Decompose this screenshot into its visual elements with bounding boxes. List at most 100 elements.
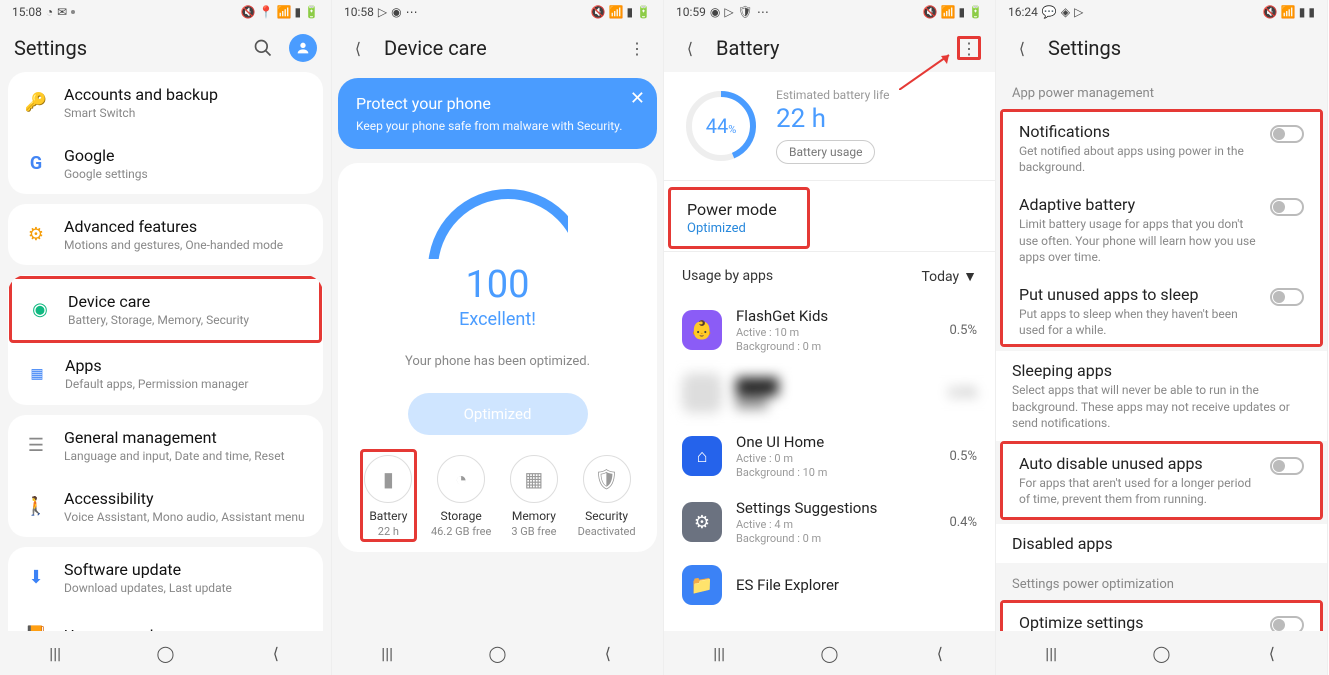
- tile-storage[interactable]: ◔ Storage 46.2 GB free: [425, 455, 498, 538]
- nav-bar: ||| ◯ ⟨: [664, 631, 995, 675]
- app-row[interactable]: 📁 ES File Explorer: [664, 555, 995, 605]
- toggle-switch[interactable]: [1270, 198, 1304, 216]
- header: ⟨ Battery ⋮: [664, 24, 995, 72]
- nav-bar: ||| ◯ ⟨: [0, 631, 331, 675]
- status-bar: 15:08 ◔ ✉ 🔇 📍 📶 ▮ 🔋: [0, 0, 331, 24]
- settings-item-apps[interactable]: ▦ AppsDefault apps, Permission manager: [9, 343, 322, 404]
- tile-memory[interactable]: ▦ Memory 3 GB free: [498, 455, 571, 538]
- toggle-auto-disable[interactable]: Auto disable unused appsFor apps that ar…: [1003, 444, 1320, 517]
- battery-usage-button[interactable]: Battery usage: [776, 140, 875, 164]
- app-row-redacted[interactable]: ████████ 0.5%: [664, 363, 995, 423]
- page-title: Settings: [14, 36, 237, 60]
- clock: 15:08: [12, 5, 42, 19]
- page-title: Settings: [1048, 36, 1313, 60]
- back-button[interactable]: ⟨: [928, 641, 952, 665]
- settings-item-advanced[interactable]: ⚙ Advanced featuresMotions and gestures,…: [8, 204, 323, 265]
- back-icon[interactable]: ⟨: [346, 36, 370, 60]
- mute-icon: 🔇: [591, 5, 606, 19]
- signal-icon: ▮: [626, 5, 633, 19]
- page-title: Device care: [384, 36, 611, 60]
- toggle-optimize-settings[interactable]: Optimize settingsSave battery by optimiz…: [1003, 603, 1320, 631]
- score-value: 100: [348, 263, 647, 307]
- clock: 16:24: [1008, 5, 1038, 19]
- settings-item-general[interactable]: ☰ General managementLanguage and input, …: [8, 415, 323, 476]
- section-header: App power management: [996, 72, 1327, 109]
- settings-item-device-care[interactable]: ◉ Device careBattery, Storage, Memory, S…: [9, 276, 322, 343]
- app-icon: 📁: [682, 565, 722, 605]
- home-button[interactable]: ◯: [1149, 641, 1173, 665]
- protect-banner[interactable]: Protect your phone Keep your phone safe …: [338, 78, 657, 149]
- tile-battery[interactable]: ▮ Battery 22 h: [352, 455, 425, 538]
- screen-device-care: 10:58▷◉⋯ 🔇📶▮🔋 ⟨ Device care ⋮ Protect yo…: [332, 0, 664, 675]
- toggle-switch[interactable]: [1270, 125, 1304, 143]
- status-icon: ◔: [46, 5, 53, 19]
- memory-icon: ▦: [510, 455, 558, 503]
- header: ⟨ Settings: [996, 24, 1327, 72]
- apps-icon: ▦: [23, 360, 51, 388]
- toggle-adaptive[interactable]: Adaptive batteryLimit battery usage for …: [1003, 185, 1320, 275]
- optimize-button[interactable]: Optimized: [408, 393, 588, 435]
- settings-list: 🔑 Accounts and backupSmart Switch G Goog…: [0, 72, 331, 631]
- accessibility-icon: 🚶: [22, 493, 50, 521]
- back-button[interactable]: ⟨: [264, 641, 288, 665]
- wifi-icon: 📶: [940, 5, 955, 19]
- status-bar: 16:24💬◈▷ 🔇📶▮▮: [996, 0, 1327, 24]
- key-icon: 🔑: [22, 89, 50, 117]
- back-button[interactable]: ⟨: [1260, 641, 1284, 665]
- settings-item-google[interactable]: G GoogleGoogle settings: [8, 133, 323, 194]
- clock: 10:58: [344, 5, 374, 19]
- search-icon[interactable]: [251, 36, 275, 60]
- back-icon[interactable]: ⟨: [678, 36, 702, 60]
- recents-button[interactable]: |||: [375, 641, 399, 665]
- toggle-notifications[interactable]: NotificationsGet notified about apps usi…: [1003, 112, 1320, 185]
- toggle-switch[interactable]: [1270, 288, 1304, 306]
- nav-bar: ||| ◯ ⟨: [332, 631, 663, 675]
- recents-button[interactable]: |||: [43, 641, 67, 665]
- back-icon[interactable]: ⟨: [1010, 36, 1034, 60]
- avatar[interactable]: [289, 34, 317, 62]
- settings-item-accessibility[interactable]: 🚶 AccessibilityVoice Assistant, Mono aud…: [8, 476, 323, 537]
- google-icon: G: [22, 150, 50, 178]
- home-button[interactable]: ◯: [153, 641, 177, 665]
- app-row[interactable]: 👶 FlashGet KidsActive : 10 mBackground :…: [664, 297, 995, 363]
- close-icon[interactable]: ✕: [630, 88, 645, 109]
- screen-battery-settings: 16:24💬◈▷ 🔇📶▮▮ ⟨ Settings App power manag…: [996, 0, 1328, 675]
- settings-item-update[interactable]: ⬇ Software updateDownload updates, Last …: [8, 547, 323, 608]
- clock: 10:59: [676, 5, 706, 19]
- home-button[interactable]: ◯: [485, 641, 509, 665]
- screen-battery: 10:59◉▷🛡⋯ 🔇📶▮🔋 ⟨ Battery ⋮ 44% Estimated…: [664, 0, 996, 675]
- item-disabled-apps[interactable]: Disabled apps: [996, 524, 1327, 563]
- battery-icon: 🔋: [636, 5, 651, 19]
- nav-bar: ||| ◯ ⟨: [996, 631, 1327, 675]
- recents-button[interactable]: |||: [1039, 641, 1063, 665]
- toggle-switch[interactable]: [1270, 616, 1304, 631]
- settings-item-manual[interactable]: 📙 User manual: [8, 608, 323, 631]
- app-icon: 👶: [682, 310, 722, 350]
- mute-icon: 🔇: [241, 5, 256, 19]
- battery-icon: 🔋: [968, 5, 983, 19]
- item-sleeping-apps[interactable]: Sleeping appsSelect apps that will never…: [996, 351, 1327, 441]
- wifi-icon: 📶: [1281, 5, 1296, 19]
- app-row[interactable]: ⌂ One UI HomeActive : 0 mBackground : 10…: [664, 423, 995, 489]
- wifi-icon: 📶: [608, 5, 623, 19]
- today-dropdown[interactable]: Today ▼: [921, 268, 977, 285]
- app-row[interactable]: ⚙ Settings SuggestionsActive : 4 mBackgr…: [664, 489, 995, 555]
- recents-button[interactable]: |||: [707, 641, 731, 665]
- estimated-label: Estimated battery life: [776, 88, 975, 102]
- more-icon[interactable]: ⋮: [625, 36, 649, 60]
- score-label: Excellent!: [348, 309, 647, 330]
- score-arc-icon: [428, 189, 568, 259]
- manual-icon: 📙: [22, 621, 50, 631]
- tile-security[interactable]: 🛡 Security Deactivated: [570, 455, 643, 538]
- toggle-sleep[interactable]: Put unused apps to sleepPut apps to slee…: [1003, 275, 1320, 344]
- toggle-switch[interactable]: [1270, 457, 1304, 475]
- screen-settings: 15:08 ◔ ✉ 🔇 📍 📶 ▮ 🔋 Settings 🔑 Accounts …: [0, 0, 332, 675]
- chevron-down-icon: ▼: [963, 268, 977, 285]
- power-mode-item[interactable]: Power mode Optimized: [668, 187, 810, 249]
- back-button[interactable]: ⟨: [596, 641, 620, 665]
- settings-item-accounts[interactable]: 🔑 Accounts and backupSmart Switch: [8, 72, 323, 133]
- more-icon[interactable]: ⋮: [957, 36, 981, 60]
- home-button[interactable]: ◯: [817, 641, 841, 665]
- sliders-icon: ☰: [22, 432, 50, 460]
- mute-icon: 🔇: [1263, 5, 1278, 19]
